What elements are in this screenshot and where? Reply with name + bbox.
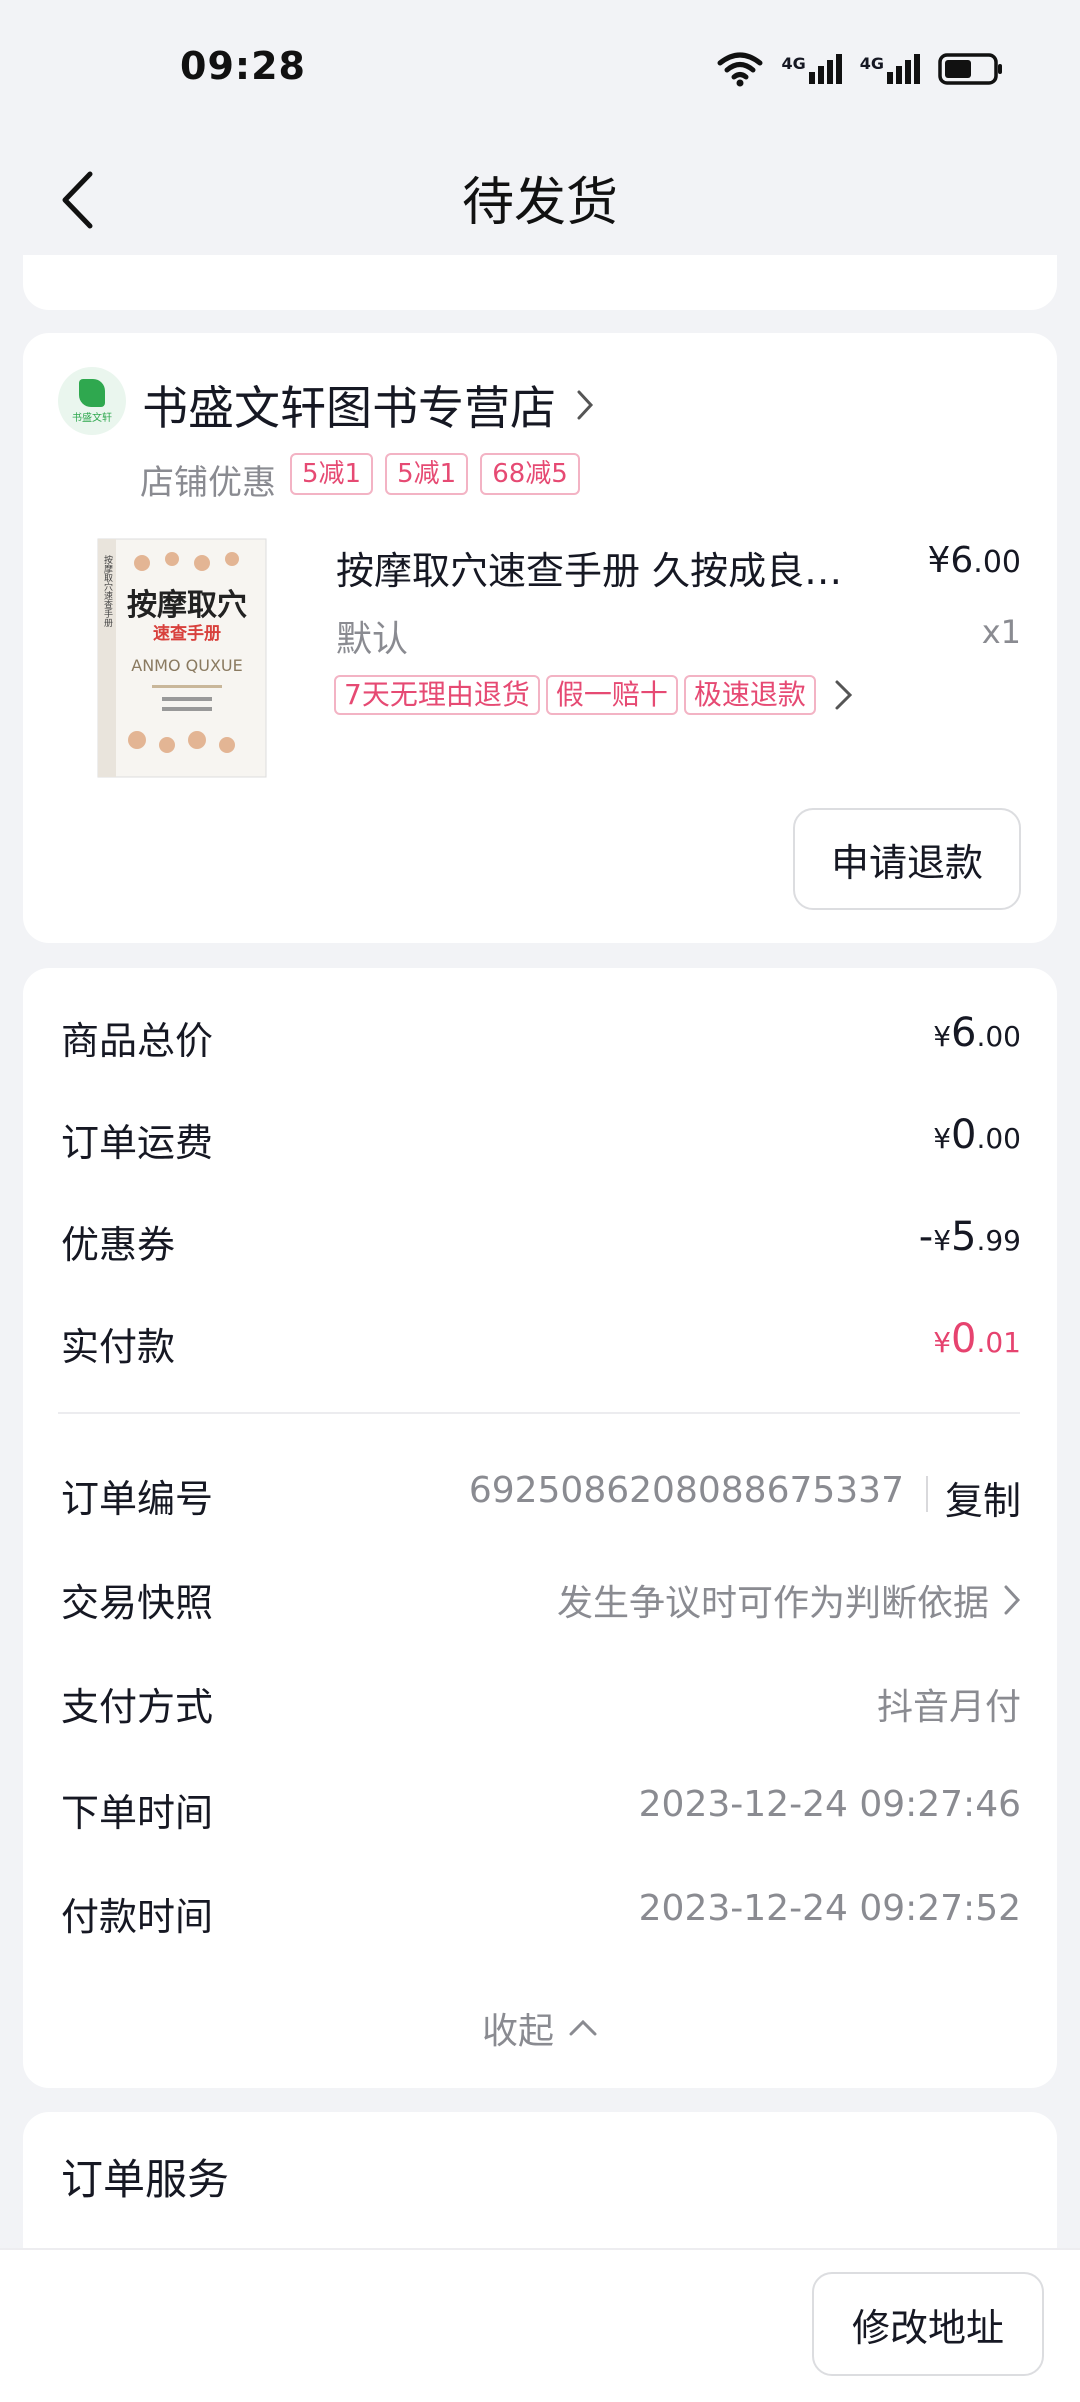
pay-time-label: 付款时间 (61, 1895, 214, 1939)
collapse-button[interactable]: 收起 (0, 2002, 1080, 2054)
snapshot-label: 交易快照 (61, 1581, 214, 1625)
promo-tag: 5减1 (385, 453, 469, 495)
money-currency: ¥ (933, 1326, 952, 1359)
money-dec: .00 (976, 1020, 1021, 1053)
order-service-title: 订单服务 (61, 2155, 230, 2204)
store-promo-label: 店铺优惠 (140, 463, 276, 503)
price-dec: .00 (973, 545, 1021, 580)
book-subtitle: 速查手册 (153, 623, 221, 644)
service-tags[interactable]: 7天无理由退货 假一赔十 极速退款 (334, 675, 856, 715)
copy-button[interactable]: 复制 (945, 1470, 1021, 1525)
chevron-up-icon (569, 2019, 597, 2036)
network-label: 4G (781, 54, 806, 73)
service-tag: 假一赔十 (545, 675, 678, 715)
money-int: 6 (951, 1010, 977, 1056)
copy-separator (926, 1476, 928, 1512)
product-spec: 默认 (336, 619, 409, 660)
divider (58, 1412, 1020, 1414)
product-price: ¥6.00 (927, 540, 1021, 581)
payment-method-label: 支付方式 (61, 1685, 214, 1729)
money-currency: ¥ (933, 1224, 952, 1257)
coupon-value: -¥5.99 (919, 1214, 1021, 1260)
book-side-text: 按摩取穴速查手册 (102, 554, 113, 628)
coupon-label: 优惠券 (61, 1223, 176, 1267)
status-time: 09:28 (180, 44, 306, 88)
refund-button[interactable]: 申请退款 (793, 808, 1021, 910)
collapse-label: 收起 (481, 2011, 554, 2052)
money-int: 0 (951, 1112, 977, 1158)
pay-time-value: 2023-12-24 09:27:52 (638, 1888, 1021, 1929)
snapshot-value: 发生争议时可作为判断依据 (556, 1583, 989, 1624)
product-image[interactable]: 按摩取穴速查手册 按摩取穴 速查手册 ANMO QUXUE (92, 535, 272, 781)
goods-total-value: ¥6.00 (933, 1010, 1021, 1056)
order-time-label: 下单时间 (61, 1791, 214, 1835)
network-label: 4G (859, 54, 884, 73)
battery-icon (938, 53, 1002, 85)
store-logo[interactable]: 书盛文轩 (58, 367, 126, 435)
snapshot-link[interactable]: 发生争议时可作为判断依据 (557, 1574, 1021, 1626)
previous-card-edge (23, 255, 1057, 310)
chevron-right-icon (577, 390, 594, 420)
store-name-link[interactable]: 书盛文轩图书专营店 (142, 372, 594, 438)
money-prefix: - (918, 1214, 934, 1260)
store-name: 书盛文轩图书专营店 (142, 381, 556, 435)
shipping-value: ¥0.00 (933, 1112, 1021, 1158)
money-dec: .01 (976, 1326, 1021, 1359)
price-currency: ¥ (927, 540, 951, 581)
money-currency: ¥ (933, 1020, 952, 1053)
money-int: 5 (951, 1214, 977, 1260)
order-no-value: 6925086208088675337 (468, 1470, 904, 1511)
promo-tag: 5减1 (290, 453, 374, 495)
price-int: 6 (950, 540, 974, 581)
book-title: 按摩取穴 (127, 588, 247, 623)
money-dec: .00 (976, 1122, 1021, 1155)
money-dec: .99 (976, 1224, 1021, 1257)
product-quantity: x1 (981, 613, 1021, 651)
chevron-right-icon (835, 680, 852, 710)
status-icons: 4G 4G (717, 44, 1004, 94)
service-tag: 7天无理由退货 (334, 675, 540, 715)
store-logo-text: 书盛文轩 (72, 412, 112, 424)
goods-total-label: 商品总价 (61, 1019, 214, 1063)
signal-4g-icon: 4G (860, 54, 920, 84)
product-title[interactable]: 按摩取穴速查手册 久按成良医… (336, 540, 876, 595)
promo-tag: 68减5 (480, 453, 580, 495)
paid-value: ¥0.01 (933, 1316, 1021, 1362)
signal-4g-icon: 4G (781, 54, 842, 84)
order-no-label: 订单编号 (61, 1477, 214, 1521)
store-logo-mark (79, 378, 105, 407)
service-tag: 极速退款 (683, 675, 816, 715)
page-title: 待发货 (461, 173, 618, 233)
modify-address-button[interactable]: 修改地址 (812, 2272, 1044, 2376)
payment-method-value: 抖音月付 (876, 1687, 1021, 1728)
paid-label: 实付款 (61, 1325, 176, 1369)
order-time-value: 2023-12-24 09:27:46 (638, 1784, 1021, 1825)
money-currency: ¥ (933, 1122, 952, 1155)
book-pinyin: ANMO QUXUE (131, 656, 242, 675)
money-int: 0 (951, 1316, 977, 1362)
shipping-label: 订单运费 (61, 1121, 214, 1165)
wifi-icon (717, 52, 763, 87)
chevron-right-icon (1004, 1585, 1021, 1615)
store-promo-tags: 5减1 5减1 68减5 (290, 453, 580, 495)
